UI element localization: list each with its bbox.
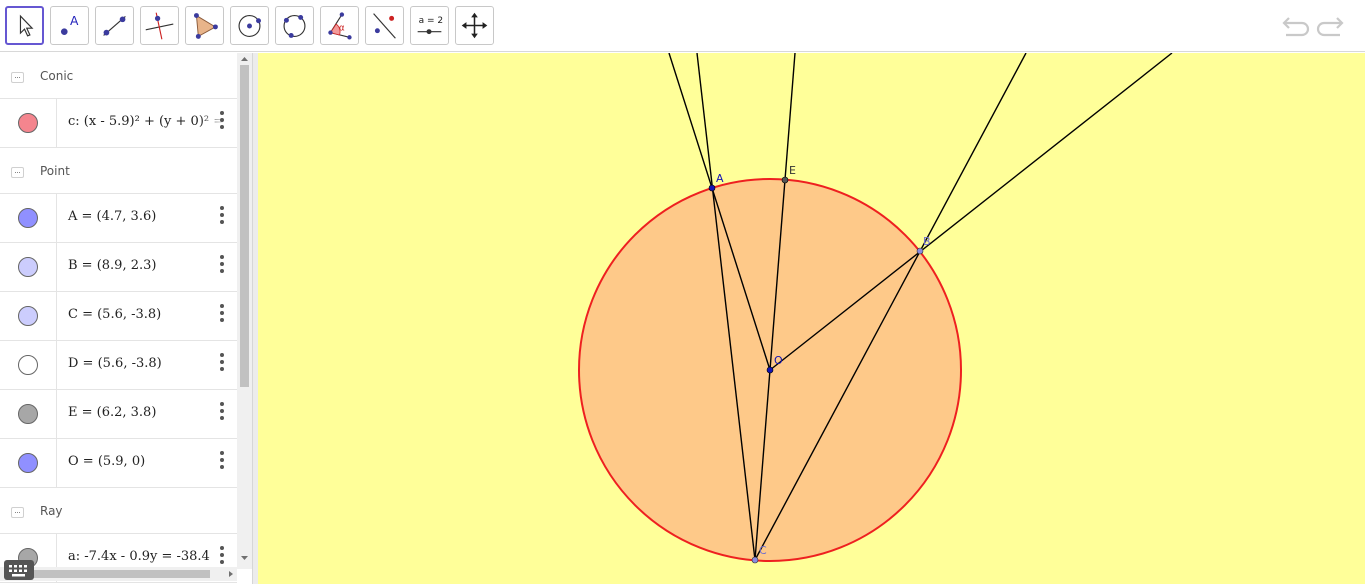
circle-center-point-tool[interactable] xyxy=(230,6,269,45)
algebra-item-c[interactable]: c: (x - 5.9)² + (y + 0)² = 14 xyxy=(0,99,245,148)
group-header-conic[interactable]: Conic xyxy=(0,53,237,99)
cursor-arrow-icon xyxy=(19,14,34,37)
visibility-marble-icon[interactable] xyxy=(18,113,38,133)
circle-three-points-tool[interactable] xyxy=(275,6,314,45)
group-header-ray[interactable]: Ray xyxy=(0,488,237,534)
more-options-icon[interactable] xyxy=(220,206,226,226)
more-options-icon[interactable] xyxy=(220,451,226,471)
algebra-item-value[interactable]: D = (5.6, -3.8) xyxy=(68,356,162,371)
point-B[interactable] xyxy=(916,247,924,255)
move-view-icon xyxy=(461,12,488,39)
algebra-view: Conic c: (x - 5.9)² + (y + 0)² = 14 Poin… xyxy=(0,53,252,584)
segment-tool[interactable] xyxy=(95,6,134,45)
group-label: Conic xyxy=(40,69,74,83)
scroll-right-icon[interactable] xyxy=(225,567,237,581)
undo-button[interactable] xyxy=(1280,14,1310,40)
more-options-icon[interactable] xyxy=(220,353,226,373)
algebra-item-value[interactable]: B = (8.9, 2.3) xyxy=(68,258,156,273)
svg-text:A: A xyxy=(70,14,79,28)
point-A[interactable] xyxy=(708,184,716,192)
point-label-A: A xyxy=(716,172,724,185)
visibility-marble-icon[interactable] xyxy=(18,208,38,228)
segment-icon xyxy=(103,16,126,36)
algebra-item-value[interactable]: O = (5.9, 0) xyxy=(68,454,145,469)
algebra-item-value[interactable]: E = (6.2, 3.8) xyxy=(68,405,156,420)
point-C[interactable] xyxy=(751,556,759,564)
algebra-item-value[interactable]: C = (5.6, -3.8) xyxy=(68,307,161,322)
circle-three-points-icon xyxy=(283,14,306,38)
undo-icon xyxy=(1282,17,1310,37)
algebra-list: Conic c: (x - 5.9)² + (y + 0)² = 14 Poin… xyxy=(0,53,245,583)
visibility-marble-icon[interactable] xyxy=(18,355,38,375)
scrollbar-thumb[interactable] xyxy=(30,570,210,578)
point-label-E: E xyxy=(789,164,796,177)
perpendicular-line-tool[interactable] xyxy=(140,6,179,45)
point-icon: A xyxy=(60,14,79,35)
visibility-marble-icon[interactable] xyxy=(18,306,38,326)
scroll-up-icon[interactable] xyxy=(237,53,252,65)
vertical-scrollbar[interactable] xyxy=(237,53,252,569)
reflect-icon xyxy=(373,13,396,39)
point-tool[interactable]: A xyxy=(50,6,89,45)
point-E[interactable] xyxy=(781,176,789,184)
reflect-tool[interactable] xyxy=(365,6,404,45)
visibility-marble-icon[interactable] xyxy=(18,453,38,473)
scroll-down-icon[interactable] xyxy=(237,552,252,564)
point-label-O: O xyxy=(774,354,783,367)
keyboard-button[interactable] xyxy=(4,560,34,580)
visibility-marble-icon[interactable] xyxy=(18,257,38,277)
scrollbar-thumb[interactable] xyxy=(240,65,249,387)
svg-text:α: α xyxy=(339,24,345,34)
redo-icon xyxy=(1316,17,1344,37)
algebra-item-O[interactable]: O = (5.9, 0) xyxy=(0,439,237,488)
redo-button[interactable] xyxy=(1316,14,1346,40)
slider-icon: a = 2 xyxy=(417,16,444,35)
svg-text:a = 2: a = 2 xyxy=(419,16,444,26)
algebra-item-value[interactable]: A = (4.7, 3.6) xyxy=(68,209,156,224)
move-graphics-view-tool[interactable] xyxy=(455,6,494,45)
move-tool[interactable] xyxy=(5,6,44,45)
algebra-item-value[interactable]: a: -7.4x - 0.9y = -38.4 xyxy=(68,549,210,564)
group-header-point[interactable]: Point xyxy=(0,148,237,194)
collapse-toggle-icon[interactable] xyxy=(11,507,24,518)
group-label: Point xyxy=(40,164,70,178)
angle-tool[interactable]: α xyxy=(320,6,359,45)
geometry-canvas[interactable]: A E B O C xyxy=(258,53,1365,584)
point-label-B: B xyxy=(923,235,931,248)
algebra-item-C[interactable]: C = (5.6, -3.8) xyxy=(0,292,237,341)
horizontal-scrollbar[interactable] xyxy=(0,567,237,581)
graphics-view[interactable]: A E B O C xyxy=(258,53,1365,584)
collapse-toggle-icon[interactable] xyxy=(11,167,24,178)
algebra-item-A[interactable]: A = (4.7, 3.6) xyxy=(0,194,237,243)
group-label: Ray xyxy=(40,504,63,518)
visibility-marble-icon[interactable] xyxy=(18,404,38,424)
algebra-item-E[interactable]: E = (6.2, 3.8) xyxy=(0,390,237,439)
circle-center-icon xyxy=(238,14,261,37)
more-options-icon[interactable] xyxy=(220,304,226,324)
angle-icon: α xyxy=(328,12,352,40)
more-options-icon[interactable] xyxy=(220,402,226,422)
collapse-toggle-icon[interactable] xyxy=(11,72,24,83)
algebra-item-B[interactable]: B = (8.9, 2.3) xyxy=(0,243,237,292)
point-O[interactable] xyxy=(766,366,774,374)
polygon-icon xyxy=(193,13,218,39)
slider-tool[interactable]: a = 2 xyxy=(410,6,449,45)
polygon-tool[interactable] xyxy=(185,6,224,45)
point-label-C: C xyxy=(759,544,767,557)
more-options-icon[interactable] xyxy=(220,546,226,566)
algebra-item-D[interactable]: D = (5.6, -3.8) xyxy=(0,341,237,390)
toolbar: A α a = 2 xyxy=(0,0,1365,52)
perpendicular-icon xyxy=(145,12,174,40)
more-options-icon[interactable] xyxy=(220,255,226,275)
keyboard-icon xyxy=(9,565,27,577)
more-options-icon[interactable] xyxy=(220,111,226,131)
